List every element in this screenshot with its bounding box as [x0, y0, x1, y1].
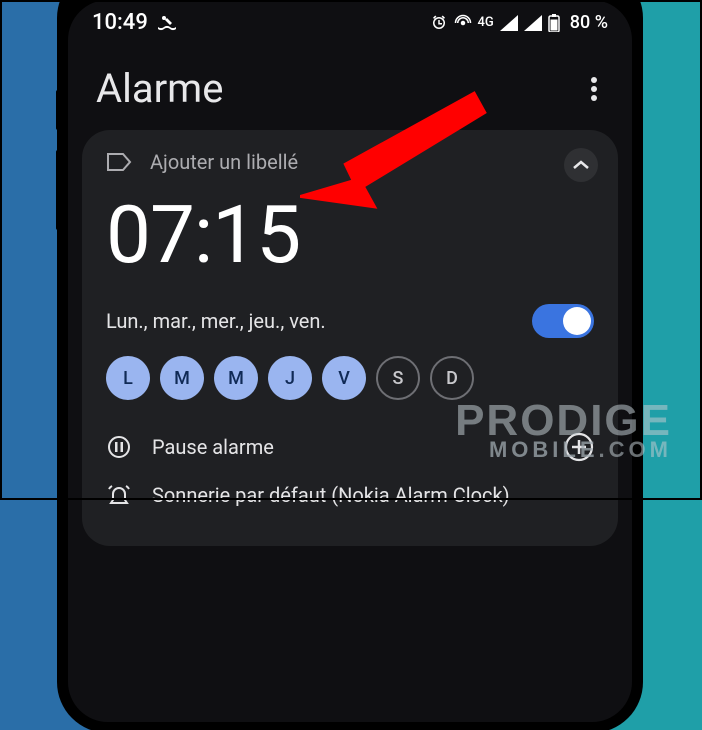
swimmer-icon [156, 15, 178, 31]
signal-icon [500, 15, 518, 31]
pause-alarm-label: Pause alarme [152, 435, 274, 459]
day-pill[interactable]: V [322, 356, 366, 400]
alarm-card: Ajouter un libellé 07:15 Lun., mar., mer… [82, 130, 618, 546]
day-pill[interactable]: M [160, 356, 204, 400]
battery-icon [548, 14, 560, 32]
more-menu-button[interactable] [584, 70, 604, 108]
alarm-status-icon [430, 14, 448, 32]
pause-alarm-icon [106, 434, 132, 460]
signal-icon-2 [524, 15, 542, 31]
chevron-up-icon [572, 159, 590, 171]
watermark-line2a: MOBILE [489, 437, 599, 462]
status-bar: 10:49 4G 80 % [68, 0, 632, 41]
watermark-line1: PRODIGE [455, 401, 672, 441]
hotspot-icon [454, 14, 472, 32]
add-label-text: Ajouter un libellé [150, 150, 298, 174]
collapse-button[interactable] [564, 148, 598, 182]
day-pill[interactable]: M [214, 356, 258, 400]
day-pill[interactable]: S [376, 356, 420, 400]
network-label: 4G [478, 15, 494, 30]
day-selector: LMMJVSD [106, 356, 594, 400]
watermark-line2b: .COM [599, 437, 672, 462]
scheduled-days-text: Lun., mar., mer., jeu., ven. [106, 309, 326, 333]
day-pill[interactable]: J [268, 356, 312, 400]
watermark: PRODIGE MOBILE.COM [455, 401, 672, 460]
alarm-toggle[interactable] [532, 304, 594, 338]
label-icon [106, 152, 132, 172]
page-title: Alarme [96, 65, 223, 112]
ringtone-label: Sonnerie par défaut (Nokia Alarm Clock) [152, 483, 510, 507]
day-pill[interactable]: D [430, 356, 474, 400]
phone-frame: 10:49 4G 80 % Alarme Ajouter un li [60, 0, 640, 730]
phone-screen: 10:49 4G 80 % Alarme Ajouter un li [68, 0, 632, 722]
add-label-row[interactable]: Ajouter un libellé [106, 150, 594, 174]
battery-percent: 80 % [570, 12, 608, 33]
more-vert-icon [590, 76, 598, 102]
alarm-time[interactable]: 07:15 [106, 188, 594, 282]
day-pill[interactable]: L [106, 356, 150, 400]
ringtone-row[interactable]: Sonnerie par défaut (Nokia Alarm Clock) [106, 472, 594, 518]
status-time: 10:49 [92, 10, 148, 35]
bell-icon [106, 482, 132, 508]
